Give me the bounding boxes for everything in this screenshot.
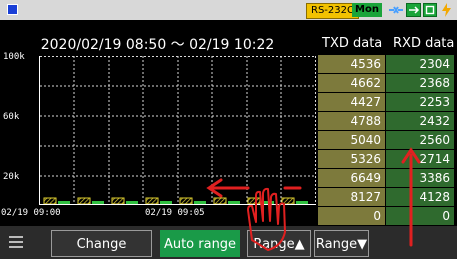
rxd-value-cell: 0 [386, 207, 454, 225]
txd-bar [43, 197, 57, 205]
bottom-toolbar: Change display Auto range Range▲ Range▼ [0, 226, 457, 259]
connection-icon [389, 6, 403, 14]
memory-card-icon [423, 3, 437, 17]
power-icon [442, 3, 451, 17]
y-tick-label: 60k [3, 112, 20, 122]
txd-bar [213, 197, 227, 205]
rxd-value-cell: 2368 [386, 74, 454, 92]
rxd-column-header: RXD data [393, 36, 455, 51]
txd-value-cell: 5326 [318, 150, 385, 168]
chart-plot-area[interactable] [39, 56, 316, 205]
txd-bar [111, 197, 125, 205]
rxd-bar [262, 201, 274, 204]
txd-value-cell: 5040 [318, 131, 385, 149]
rxd-bar [160, 201, 172, 204]
rxd-bar [58, 201, 70, 204]
txd-value-cell: 4788 [318, 112, 385, 130]
txd-value-cell: 0 [318, 207, 385, 225]
txd-bar [281, 197, 295, 205]
range-down-button[interactable]: Range▼ [314, 230, 369, 257]
auto-range-button[interactable]: Auto range [160, 230, 240, 257]
mode-badge: Mon [352, 3, 382, 17]
x-tick-label: 02/19 09:00 [1, 208, 61, 218]
range-up-button[interactable]: Range▲ [247, 230, 311, 257]
rxd-value-cell: 4128 [386, 188, 454, 206]
x-tick-label: 02/19 09:05 [145, 208, 205, 218]
txd-column-header: TXD data [322, 36, 383, 51]
txd-value-cell: 8127 [318, 188, 385, 206]
rxd-value-cell: 2560 [386, 131, 454, 149]
txd-value-cell: 6649 [318, 169, 385, 187]
rxd-value-cell: 2304 [386, 55, 454, 73]
status-square-icon [7, 4, 18, 15]
usb-icon [406, 3, 421, 17]
rxd-bar [126, 201, 138, 204]
change-display-button[interactable]: Change display [51, 230, 152, 257]
rxd-value-cell: 2432 [386, 112, 454, 130]
rxd-bar [228, 201, 240, 204]
status-bar: RS-232C Mon [0, 0, 457, 20]
txd-bar [77, 197, 91, 205]
txd-bar [145, 197, 159, 205]
data-bars [43, 197, 308, 205]
y-tick-label: 100k [3, 52, 25, 62]
rxd-value-cell: 2253 [386, 93, 454, 111]
rxd-value-cell: 2714 [386, 150, 454, 168]
rxd-bar [296, 201, 308, 204]
txd-value-cell: 4662 [318, 74, 385, 92]
device-screen: RS-232C Mon 2020/02/19 08:50 〜 02/19 10:… [0, 0, 457, 259]
rxd-bar [92, 201, 104, 204]
chart-grid [40, 56, 316, 205]
txd-bar [179, 197, 193, 205]
menu-icon[interactable] [9, 235, 23, 249]
txd-value-cell: 4536 [318, 55, 385, 73]
chart-title: 2020/02/19 08:50 〜 02/19 10:22 [40, 37, 275, 53]
y-tick-label: 20k [3, 172, 20, 182]
txd-value-cell: 4427 [318, 93, 385, 111]
txd-bar [247, 197, 261, 205]
rxd-bar [194, 201, 206, 204]
rxd-value-cell: 3386 [386, 169, 454, 187]
